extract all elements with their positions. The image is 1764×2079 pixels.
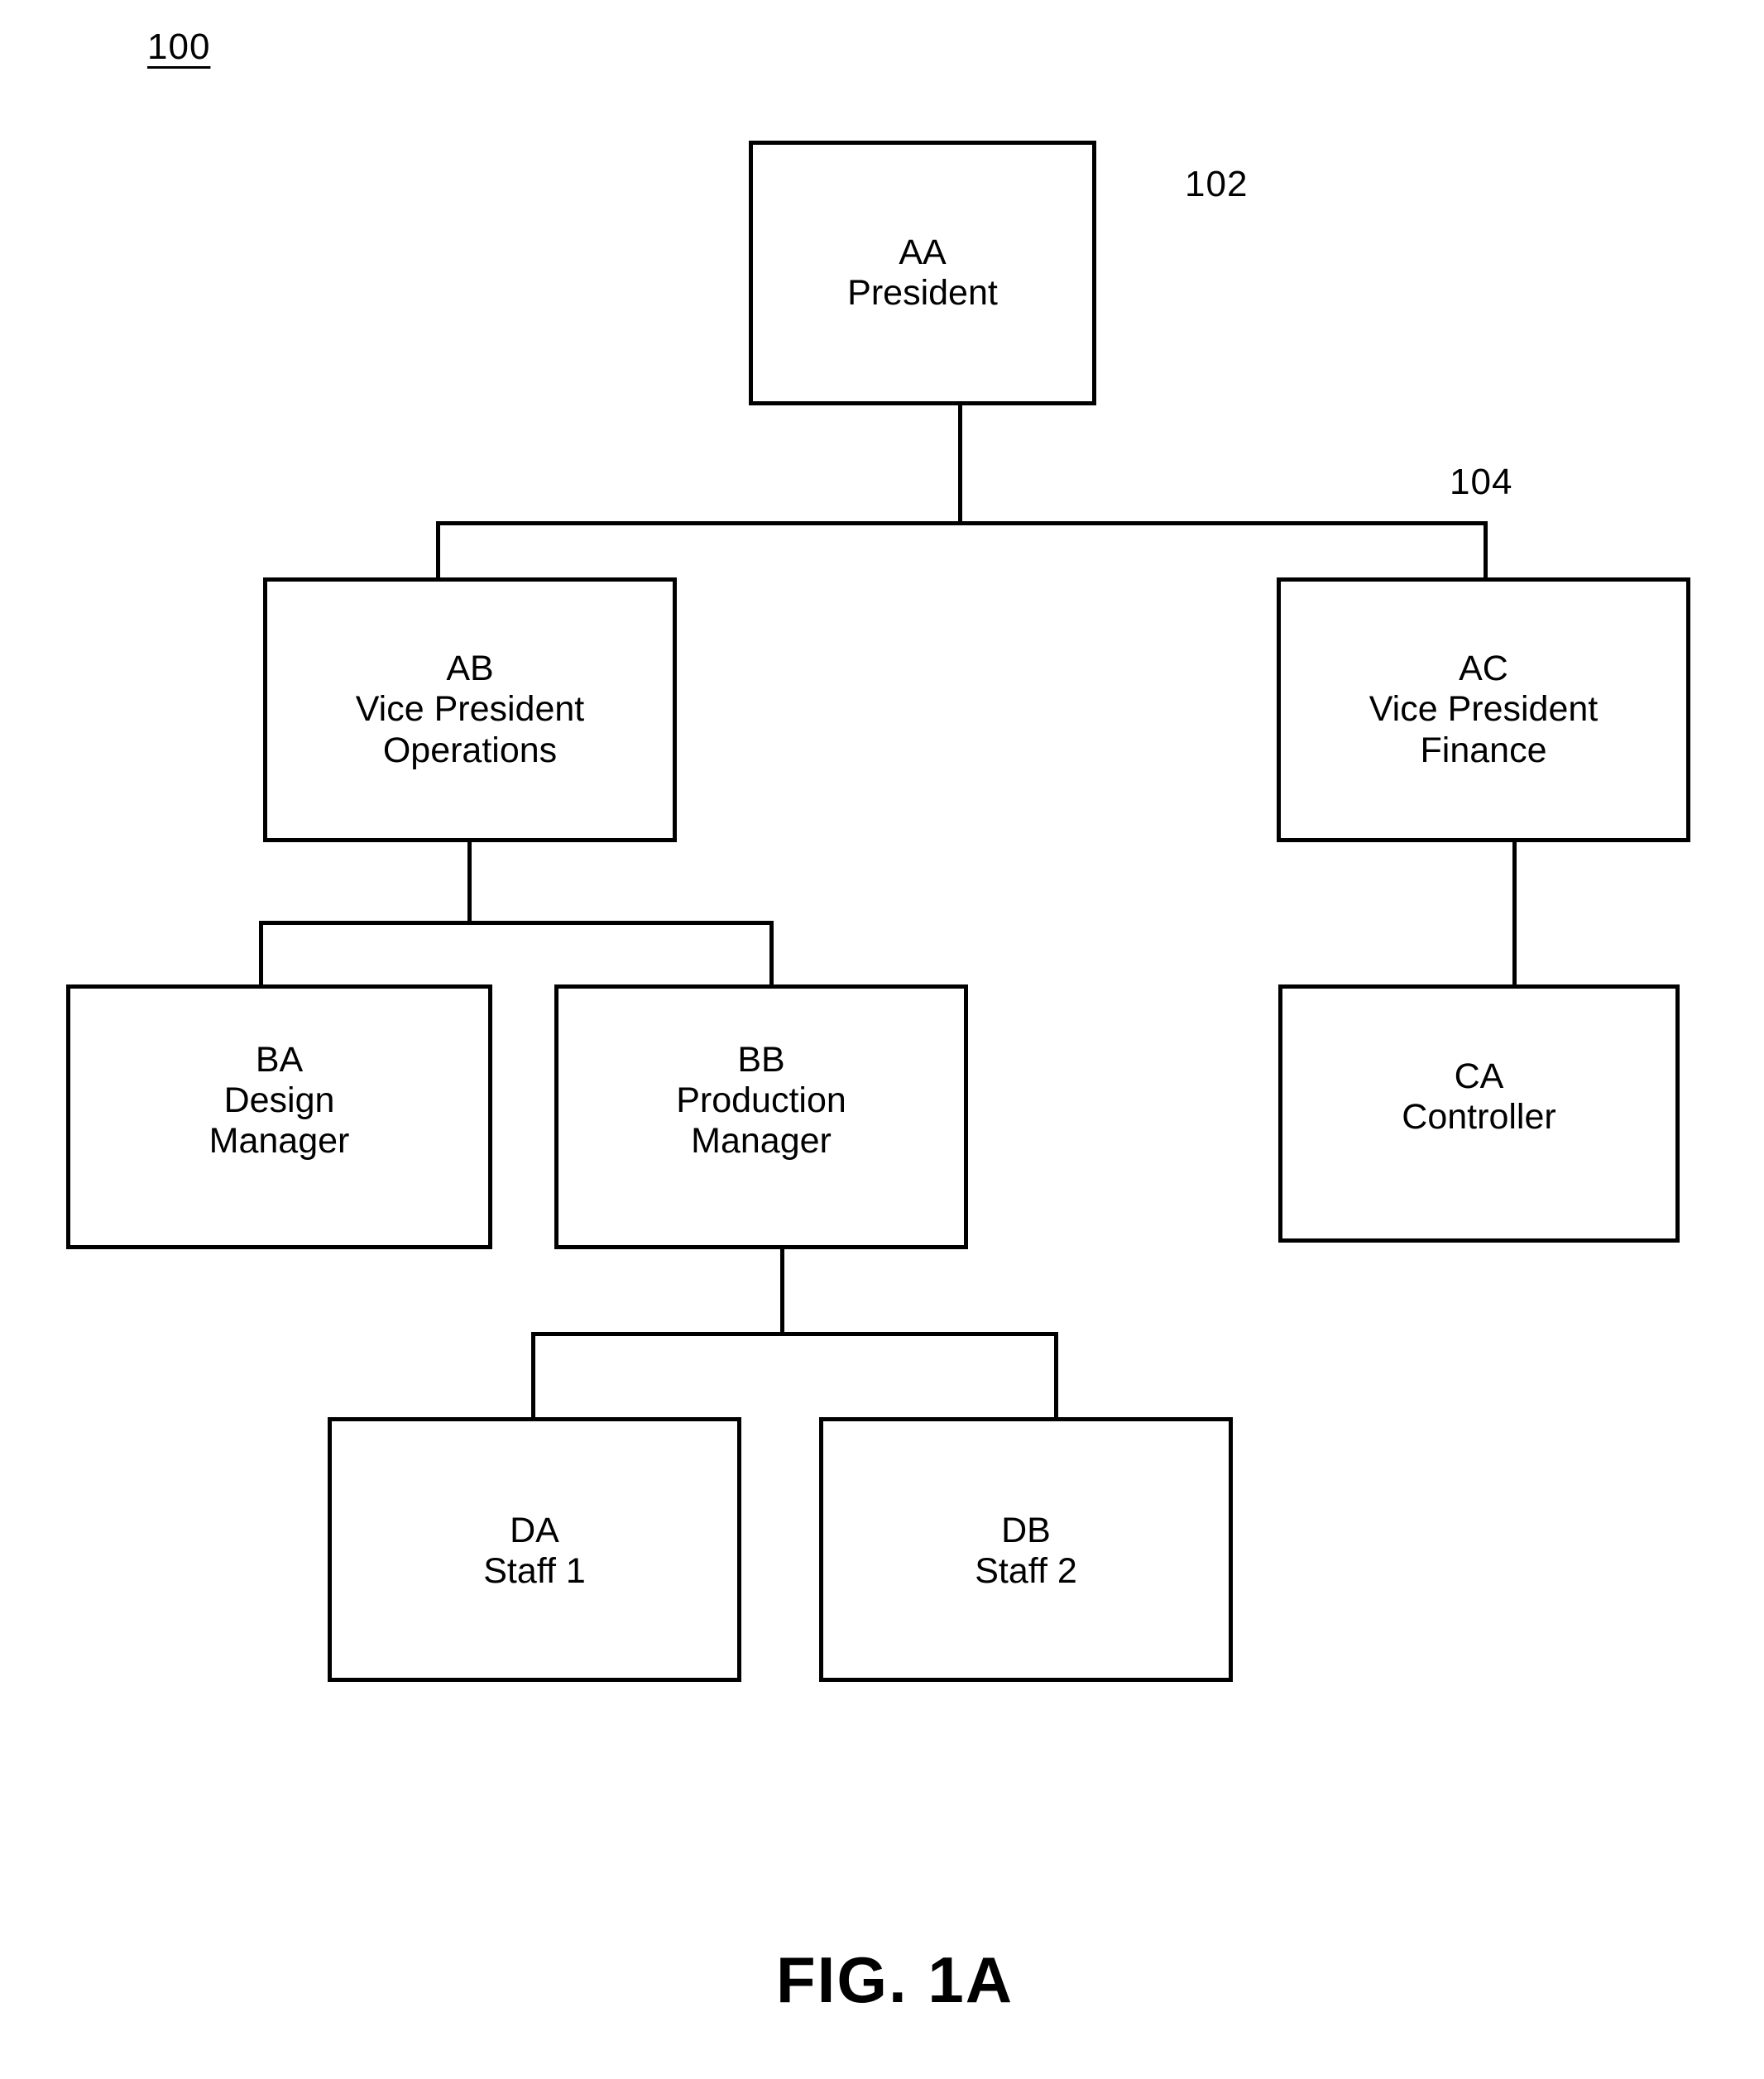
org-node-ba-design-manager[interactable]: BA Design Manager [66, 984, 492, 1249]
figure-reference-number: 100 [147, 26, 211, 67]
connector-ab-children-bus [259, 921, 774, 925]
org-node-ac-title: Vice President [1369, 689, 1599, 730]
org-node-db-code: DB [1001, 1511, 1051, 1550]
org-node-bb-label-group: BB Production Manager [558, 1040, 964, 1162]
org-node-db-staff-2[interactable]: DB Staff 2 [819, 1417, 1233, 1682]
org-node-ab-title: Vice President [355, 689, 585, 730]
org-node-da-staff-1[interactable]: DA Staff 1 [328, 1417, 741, 1682]
connector-aa-stem [958, 405, 962, 525]
org-node-ba-label-group: BA Design Manager [70, 1040, 488, 1162]
org-node-ab-code: AB [446, 649, 494, 689]
org-node-da-code: DA [510, 1511, 559, 1550]
figure-caption: FIG. 1A [776, 1943, 1014, 2016]
connector-bb-stem [780, 1249, 784, 1336]
org-node-ba-department: Design [223, 1080, 335, 1121]
connector-bus-to-ab [436, 521, 440, 581]
connector-ab-stem [467, 842, 472, 925]
connector-vice-president-bus [436, 521, 1488, 525]
org-node-bb-code: BB [737, 1040, 785, 1080]
connector-bus-to-ba [259, 921, 263, 984]
org-node-ca-code: CA [1454, 1056, 1504, 1096]
org-node-bb-department: Production [676, 1080, 846, 1121]
connector-bus-to-bb [769, 921, 774, 984]
org-node-ab-vice-president-operations[interactable]: AB Vice President Operations [263, 577, 677, 842]
org-node-ba-title: Manager [209, 1121, 350, 1162]
org-node-aa-code: AA [899, 232, 947, 272]
org-node-ac-vice-president-finance[interactable]: AC Vice President Finance [1277, 577, 1690, 842]
org-node-bb-title: Manager [691, 1121, 832, 1162]
org-node-ac-code: AC [1459, 649, 1508, 689]
connector-bus-to-db [1054, 1332, 1058, 1421]
org-node-ab-department: Operations [382, 730, 558, 770]
org-node-aa-title: President [847, 273, 998, 313]
org-node-bb-production-manager[interactable]: BB Production Manager [554, 984, 968, 1249]
org-node-db-title: Staff 2 [975, 1551, 1077, 1592]
patent-figure-page: 100 AA President 102 104 AB Vice Preside… [0, 0, 1764, 2079]
org-node-ac-department: Finance [1420, 730, 1547, 770]
org-node-aa-label-group: AA President [753, 232, 1092, 314]
connector-bus-to-ac [1484, 521, 1488, 581]
connector-ac-to-ca [1512, 842, 1517, 984]
org-node-db-label-group: DB Staff 2 [823, 1511, 1229, 1592]
callout-102-label: 102 [1185, 164, 1249, 204]
org-node-ba-code: BA [255, 1040, 304, 1080]
org-node-ab-label-group: AB Vice President Operations [267, 649, 673, 770]
org-node-ac-label-group: AC Vice President Finance [1281, 649, 1686, 770]
org-node-aa-president[interactable]: AA President [749, 141, 1096, 405]
org-node-da-label-group: DA Staff 1 [332, 1511, 737, 1592]
org-node-ca-label-group: CA Controller [1282, 1056, 1675, 1138]
connector-bb-children-bus [531, 1332, 1058, 1336]
callout-104-label: 104 [1450, 462, 1513, 502]
org-node-ca-title: Controller [1402, 1097, 1556, 1138]
org-node-da-title: Staff 1 [483, 1551, 586, 1592]
org-node-ca-controller[interactable]: CA Controller [1278, 984, 1680, 1243]
connector-bus-to-da [531, 1332, 535, 1421]
